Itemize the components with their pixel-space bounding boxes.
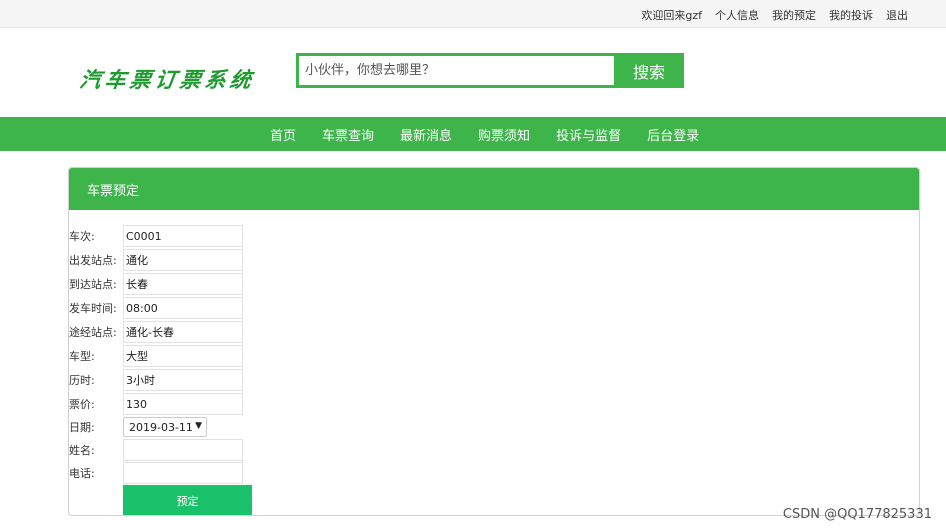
- field-row-price: 票价: 130: [69, 393, 243, 415]
- logout-link[interactable]: 退出: [886, 7, 908, 23]
- field-label: 到达站点:: [69, 278, 117, 291]
- site-logo: 汽车票订票系统: [78, 67, 257, 92]
- field-row-arrival: 到达站点: 长春: [69, 273, 243, 295]
- my-complaint-link[interactable]: 我的投诉: [829, 7, 873, 23]
- nav-item-purchase-notes[interactable]: 购票须知: [478, 125, 530, 144]
- departure-time-field[interactable]: 08:00: [123, 297, 243, 319]
- field-label: 车型:: [69, 350, 95, 363]
- search-box: [296, 53, 614, 88]
- nav-item-ticket-search[interactable]: 车票查询: [322, 125, 374, 144]
- main-nav: 首页 车票查询 最新消息 购票须知 投诉与监督 后台登录: [0, 117, 946, 151]
- field-row-train-no: 车次: C0001: [69, 225, 243, 247]
- search-button[interactable]: 搜索: [614, 53, 684, 88]
- field-label: 历时:: [69, 374, 95, 387]
- field-label: 姓名:: [69, 444, 95, 457]
- panel-title: 车票预定: [69, 168, 919, 210]
- book-button[interactable]: 预定: [123, 485, 252, 515]
- search-input[interactable]: [299, 56, 614, 85]
- top-links: 欢迎回来gzf 个人信息 我的预定 我的投诉 退出: [641, 7, 908, 23]
- my-booking-link[interactable]: 我的预定: [772, 7, 816, 23]
- watermark: CSDN @QQ177825331: [782, 507, 932, 522]
- field-row-bus-type: 车型: 大型: [69, 345, 243, 367]
- profile-link[interactable]: 个人信息: [715, 7, 759, 23]
- duration-field[interactable]: 3小时: [123, 369, 243, 391]
- name-input[interactable]: [123, 439, 243, 461]
- nav-item-complaints[interactable]: 投诉与监督: [556, 125, 621, 144]
- field-row-date: 日期: 2019-03-11 ▼: [69, 416, 207, 438]
- nav-item-news[interactable]: 最新消息: [400, 125, 452, 144]
- top-bar: 欢迎回来gzf 个人信息 我的预定 我的投诉 退出: [0, 0, 946, 28]
- price-field[interactable]: 130: [123, 393, 243, 415]
- field-row-phone: 电话:: [69, 462, 243, 484]
- field-label: 发车时间:: [69, 302, 117, 315]
- field-row-departure-time: 发车时间: 08:00: [69, 297, 243, 319]
- field-label: 电话:: [69, 467, 95, 480]
- field-label: 票价:: [69, 398, 95, 411]
- booking-panel: 车票预定 车次: C0001 出发站点: 通化 到达站点: 长春 发车时间: 0…: [68, 167, 920, 516]
- nav-item-home[interactable]: 首页: [270, 125, 296, 144]
- field-row-duration: 历时: 3小时: [69, 369, 243, 391]
- welcome-text: 欢迎回来gzf: [641, 9, 702, 22]
- caret-down-icon: ▼: [195, 421, 202, 431]
- departure-field[interactable]: 通化: [123, 249, 243, 271]
- field-row-name: 姓名:: [69, 439, 243, 461]
- field-row-via: 途经站点: 通化-长春: [69, 321, 243, 343]
- field-label: 车次:: [69, 230, 95, 243]
- field-row-departure: 出发站点: 通化: [69, 249, 243, 271]
- field-label: 出发站点:: [69, 254, 117, 267]
- train-no-field[interactable]: C0001: [123, 225, 243, 247]
- nav-item-admin-login[interactable]: 后台登录: [647, 125, 699, 144]
- arrival-field[interactable]: 长春: [123, 273, 243, 295]
- date-value: 2019-03-11: [129, 420, 193, 434]
- field-label: 日期:: [69, 421, 95, 434]
- date-select[interactable]: 2019-03-11 ▼: [123, 417, 207, 437]
- field-label: 途经站点:: [69, 326, 117, 339]
- via-stations-field[interactable]: 通化-长春: [123, 321, 243, 343]
- bus-type-field[interactable]: 大型: [123, 345, 243, 367]
- phone-input[interactable]: [123, 462, 243, 484]
